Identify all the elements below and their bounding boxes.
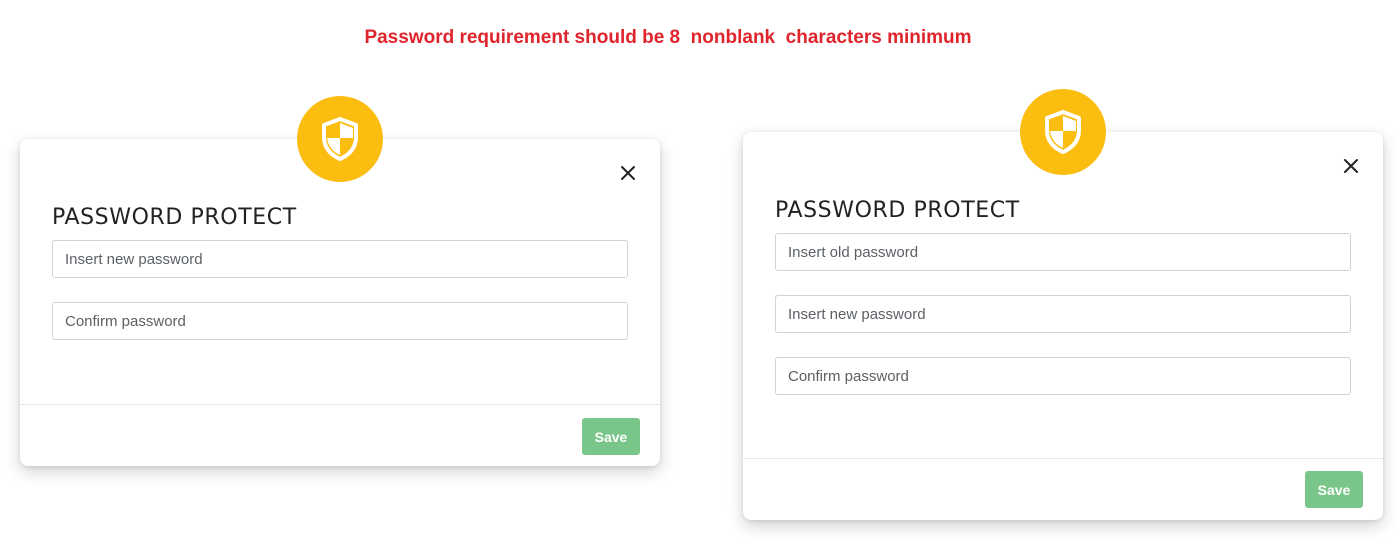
password-protect-modal-change: PASSWORD PROTECT Save [743, 89, 1383, 520]
confirm-password-field[interactable] [52, 302, 628, 340]
modal-title: PASSWORD PROTECT [775, 198, 1020, 223]
new-password-field[interactable] [775, 295, 1351, 333]
confirm-password-field[interactable] [775, 357, 1351, 395]
shield-badge [1020, 89, 1106, 175]
new-password-field[interactable] [52, 240, 628, 278]
old-password-field[interactable] [775, 233, 1351, 271]
password-protect-modal-new: PASSWORD PROTECT Save [20, 96, 660, 466]
shield-icon [1045, 110, 1081, 154]
save-button[interactable]: Save [582, 418, 640, 455]
close-button[interactable] [618, 163, 638, 183]
footer-divider [20, 404, 660, 405]
page: Password requirement should be 8 nonblan… [0, 0, 1400, 541]
modal-title: PASSWORD PROTECT [52, 205, 297, 230]
shield-icon [322, 117, 358, 161]
shield-badge [297, 96, 383, 182]
password-requirement-note: Password requirement should be 8 nonblan… [364, 27, 972, 48]
footer-divider [743, 458, 1383, 459]
close-icon[interactable] [618, 163, 638, 183]
save-button[interactable]: Save [1305, 471, 1363, 508]
close-button[interactable] [1341, 156, 1361, 176]
close-icon[interactable] [1341, 156, 1361, 176]
